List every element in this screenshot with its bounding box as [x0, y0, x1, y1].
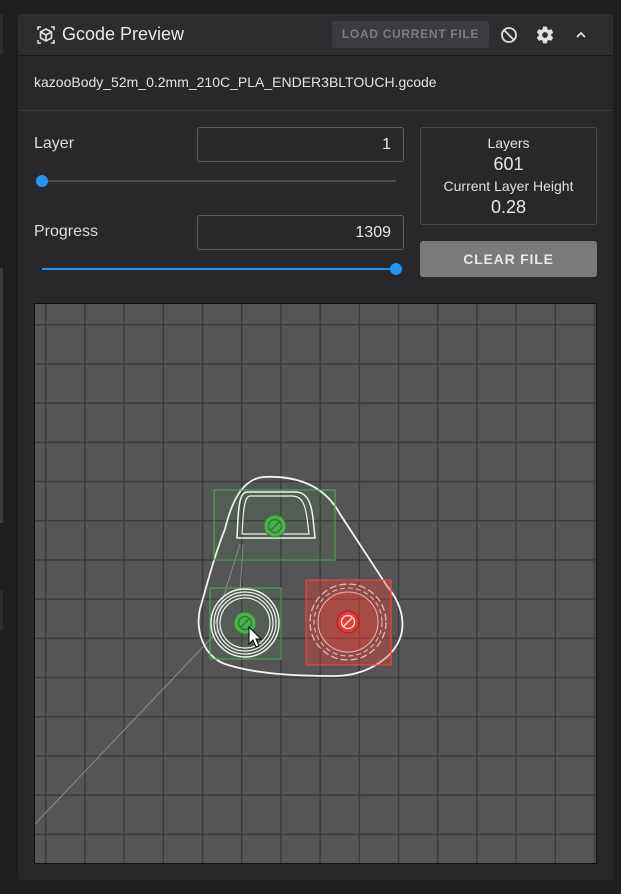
progress-slider-thumb[interactable] [390, 263, 402, 275]
gear-icon[interactable] [535, 25, 555, 45]
cancel-icon[interactable] [499, 25, 519, 45]
layer-info-box: Layers 601 Current Layer Height 0.28 [420, 127, 597, 225]
side-scroll [0, 268, 3, 523]
divider [18, 110, 613, 111]
progress-input[interactable]: 1309 [197, 215, 404, 250]
progress-slider[interactable] [42, 261, 402, 277]
layer-height-value: 0.28 [490, 197, 527, 217]
cube-logo-icon [37, 26, 55, 44]
layer-slider[interactable] [36, 173, 396, 189]
chevron-up-icon[interactable] [571, 25, 591, 45]
progress-slider-fill [42, 268, 396, 270]
layer-height-label: Current Layer Height [443, 178, 574, 194]
gcode-preview-card: Gcode Preview LOAD CURRENT FILE kazooBod… [18, 14, 613, 880]
card-title: Gcode Preview [62, 24, 185, 44]
gcode-preview-canvas[interactable] [34, 303, 597, 864]
side-tab [0, 14, 3, 54]
layers-value: 601 [493, 154, 524, 174]
object-right-excluded[interactable] [305, 579, 392, 666]
bed-preview [35, 304, 596, 863]
layer-slider-track [42, 180, 396, 182]
object-left[interactable] [209, 587, 282, 660]
side-panel-edge [0, 0, 14, 894]
layers-label: Layers [487, 135, 530, 151]
side-tab [0, 590, 3, 630]
layer-input[interactable]: 1 [197, 127, 404, 162]
object-top[interactable] [213, 489, 336, 561]
card-header: Gcode Preview LOAD CURRENT FILE [18, 14, 613, 56]
layer-label: Layer [34, 135, 75, 152]
file-name: kazooBody_52m_0.2mm_210C_PLA_ENDER3BLTOU… [34, 74, 437, 90]
progress-label: Progress [34, 223, 99, 240]
layer-slider-thumb[interactable] [36, 175, 48, 187]
clear-file-button[interactable]: CLEAR FILE [420, 241, 597, 277]
load-current-file-button[interactable]: LOAD CURRENT FILE [332, 21, 489, 48]
